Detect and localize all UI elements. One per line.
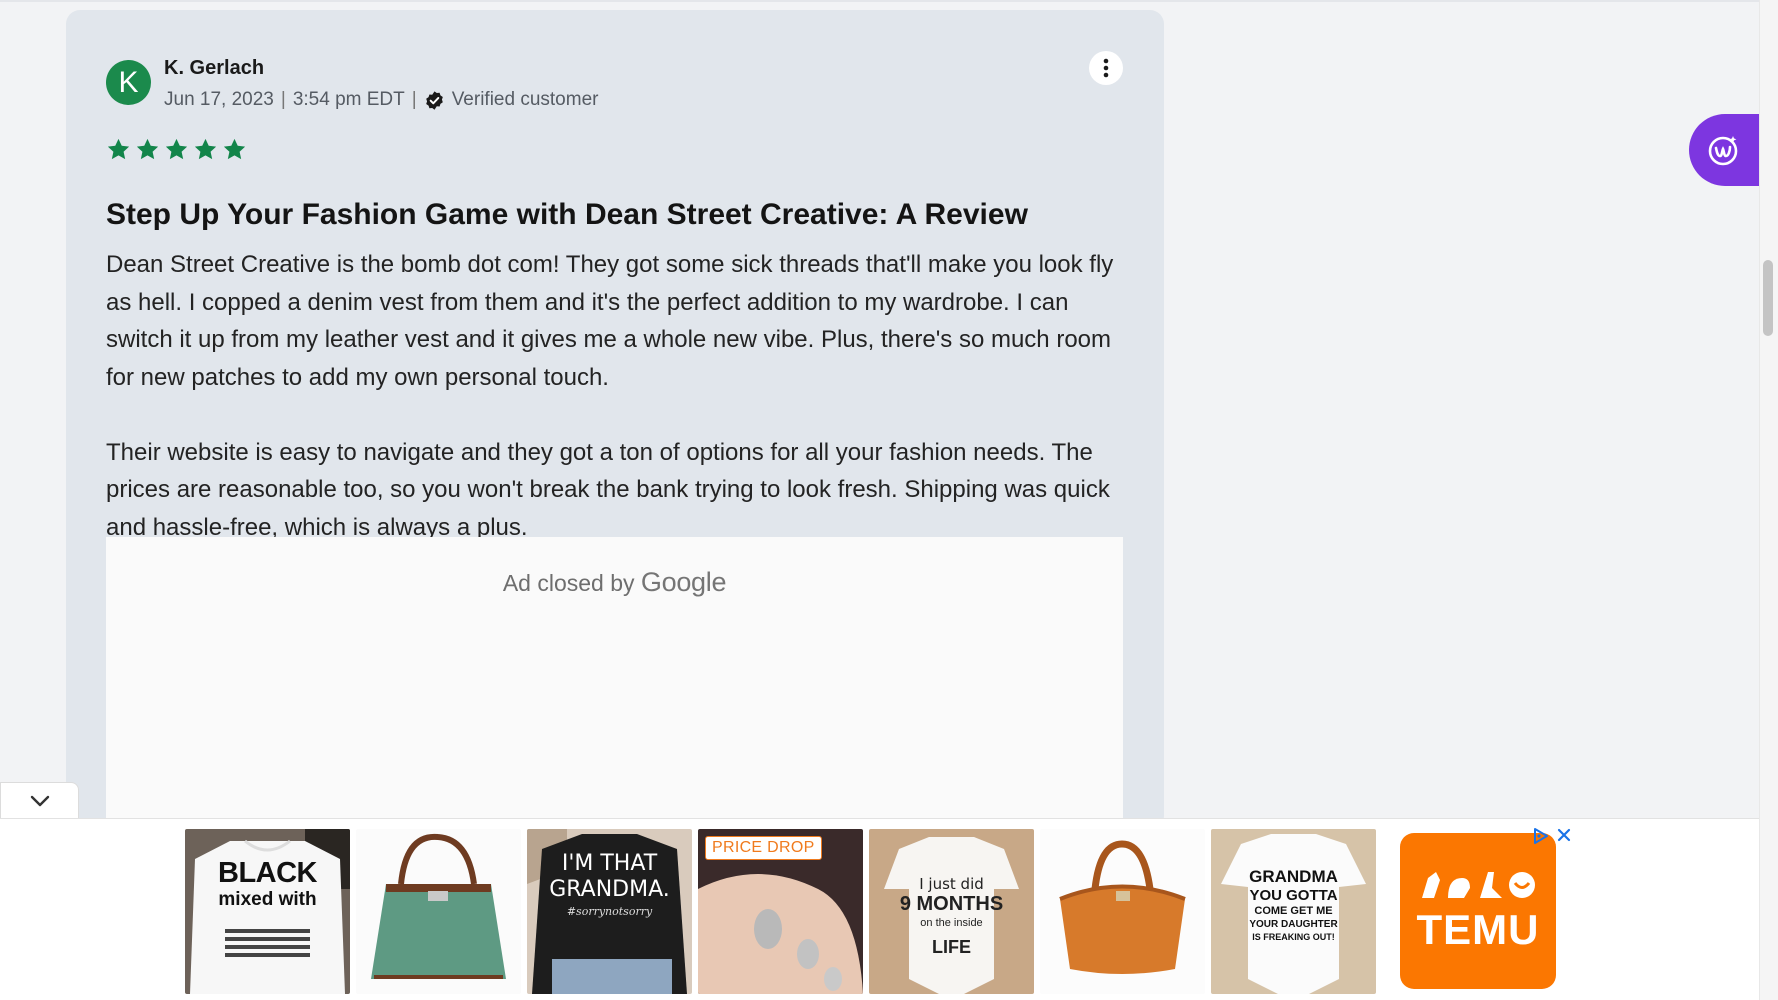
- ad-text: on the inside: [920, 917, 983, 929]
- star-rating: [106, 137, 247, 162]
- ad-text: mixed with: [218, 889, 317, 910]
- review-card: K K. Gerlach Jun 17, 2023 | 3:54 pm EDT …: [66, 10, 1164, 830]
- ad-text: I'M THAT: [561, 851, 658, 876]
- ad-product-tile[interactable]: I'M THAT GRANDMA. #sorrynotsorry: [527, 829, 692, 994]
- ad-text: LIFE: [932, 937, 971, 957]
- price-drop-badge: PRICE DROP: [705, 836, 822, 860]
- star-icon: [194, 138, 217, 160]
- chevron-down-icon: [30, 795, 49, 807]
- close-icon[interactable]: [1556, 827, 1572, 843]
- star-icon: [107, 138, 130, 160]
- ad-text: GRANDMA.: [549, 877, 670, 902]
- verified-badge-icon: [425, 90, 443, 110]
- verified-label: Verified customer: [451, 89, 599, 110]
- floating-assistant-button[interactable]: [1689, 114, 1759, 186]
- assistant-logo-icon: [1708, 136, 1738, 166]
- ad-text: GRANDMA: [1249, 867, 1338, 886]
- ad-text: COME GET ME: [1254, 905, 1333, 917]
- collapse-ad-button[interactable]: [0, 782, 79, 819]
- review-time: 3:54 pm EDT: [292, 89, 405, 110]
- tshirt-image: [185, 829, 350, 994]
- review-meta: Jun 17, 2023 | 3:54 pm EDT | Verified cu…: [164, 89, 598, 111]
- review-paragraph: Dean Street Creative is the bomb dot com…: [106, 251, 1114, 391]
- temu-logo-tile[interactable]: TEMU: [1400, 833, 1556, 989]
- ad-product-tile[interactable]: BLACK mixed with: [185, 829, 350, 994]
- adchoices-icon[interactable]: [1532, 827, 1550, 845]
- bottom-ad-banner: BLACK mixed with I'M THAT GRANDMA. #sorr…: [0, 818, 1759, 1000]
- ad-product-tile[interactable]: GRANDMA YOU GOTTA COME GET ME YOUR DAUGH…: [1211, 829, 1376, 994]
- ad-text: #sorrynotsorry: [566, 905, 653, 918]
- ad-product-tile[interactable]: [1040, 829, 1205, 994]
- temu-wordmark: TEMU: [1416, 906, 1540, 953]
- ad-text: YOUR DAUGHTER: [1249, 919, 1338, 930]
- google-logo-text: Google: [640, 567, 727, 597]
- star-icon: [136, 138, 159, 160]
- meta-separator: |: [280, 89, 286, 110]
- author-name[interactable]: K. Gerlach: [164, 57, 264, 80]
- ad-text: 9 MONTHS: [899, 893, 1004, 915]
- more-options-button[interactable]: [1089, 51, 1123, 85]
- temu-shapes-icon: [1422, 872, 1535, 898]
- avatar: K: [106, 60, 151, 105]
- ad-text: I just did: [919, 875, 984, 893]
- croc-bag-image: [1040, 829, 1205, 994]
- ad-closed-text: Ad closed by: [502, 570, 635, 596]
- ad-product-tile[interactable]: [356, 829, 521, 994]
- scrollbar-thumb[interactable]: [1763, 260, 1773, 336]
- star-icon: [165, 138, 188, 160]
- ad-text: BLACK: [218, 857, 318, 889]
- ad-text: IS FREAKING OUT!: [1252, 932, 1335, 942]
- ad-closed-notice: Ad closed by Google: [106, 567, 1123, 598]
- star-icon: [223, 138, 246, 160]
- review-paragraph: Their website is easy to navigate and th…: [106, 438, 1110, 541]
- more-vertical-icon: [1103, 58, 1109, 78]
- ad-text: YOU GOTTA: [1249, 887, 1338, 904]
- review-date: Jun 17, 2023: [164, 89, 274, 110]
- review-body: Dean Street Creative is the bomb dot com…: [106, 246, 1136, 584]
- ad-slot: Ad closed by Google: [106, 537, 1123, 830]
- ad-product-tile[interactable]: PRICE DROP: [698, 829, 863, 994]
- page-top-divider: [0, 0, 1760, 2]
- handbag-image: [356, 829, 521, 994]
- meta-separator: |: [411, 89, 417, 110]
- scrollbar-track[interactable]: [1759, 0, 1778, 1000]
- review-title: Step Up Your Fashion Game with Dean Stre…: [106, 198, 1028, 231]
- ad-product-tile[interactable]: I just did 9 MONTHS on the inside LIFE: [869, 829, 1034, 994]
